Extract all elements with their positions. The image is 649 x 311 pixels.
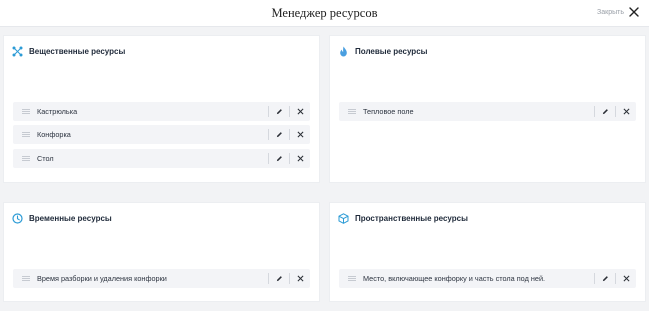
close-button[interactable]: Закрыть <box>597 7 639 17</box>
edit-button[interactable] <box>595 102 615 121</box>
edit-button[interactable] <box>269 149 289 168</box>
edit-button[interactable] <box>269 125 289 144</box>
edit-button[interactable] <box>595 269 615 288</box>
drag-handle-icon[interactable] <box>22 276 30 281</box>
card-material-resources: Вещественные ресурсы Кастрюлька Конфорка… <box>4 36 319 182</box>
pencil-icon <box>602 109 608 115</box>
edit-button[interactable] <box>269 269 289 288</box>
pencil-icon <box>276 132 282 138</box>
drag-handle-icon[interactable] <box>348 276 356 281</box>
drag-handle-icon[interactable] <box>348 109 356 114</box>
close-label: Закрыть <box>597 8 624 16</box>
header: Менеджер ресурсов Закрыть <box>0 0 649 27</box>
drag-handle-icon[interactable] <box>22 132 30 137</box>
delete-icon <box>623 275 629 282</box>
list-item[interactable]: Место, включающее конфорку и часть стола… <box>339 269 636 288</box>
list-item-label: Место, включающее конфорку и часть стола… <box>363 274 546 283</box>
page-title: Менеджер ресурсов <box>271 6 378 20</box>
card-title: Временные ресурсы <box>29 214 112 223</box>
delete-icon <box>623 108 629 115</box>
list-item[interactable]: Тепловое поле <box>339 102 636 121</box>
card-spatial-resources: Пространственные ресурсы Место, включающ… <box>330 203 645 301</box>
flame-icon <box>340 46 347 57</box>
card-field-resources: Полевые ресурсы Тепловое поле <box>330 36 645 182</box>
pencil-icon <box>602 276 608 282</box>
edit-button[interactable] <box>269 102 289 121</box>
list-item[interactable]: Кастрюлька <box>13 102 310 121</box>
delete-icon <box>297 275 303 282</box>
card-title: Полевые ресурсы <box>355 47 428 56</box>
delete-button[interactable] <box>290 125 310 144</box>
cube-icon <box>338 213 349 224</box>
card-temporal-resources: Временные ресурсы Время разборки и удале… <box>4 203 319 301</box>
pencil-icon <box>276 156 282 162</box>
delete-icon <box>297 131 303 138</box>
drag-handle-icon[interactable] <box>22 156 30 161</box>
list-item-label: Кастрюлька <box>37 107 78 116</box>
molecule-icon <box>12 46 23 57</box>
close-icon[interactable] <box>629 7 639 17</box>
card-title: Пространственные ресурсы <box>355 214 468 223</box>
delete-icon <box>297 108 303 115</box>
list-item[interactable]: Время разборки и удаления конфорки <box>13 269 310 288</box>
list-item-label: Тепловое поле <box>363 107 414 116</box>
clock-icon <box>12 213 23 224</box>
delete-button[interactable] <box>616 102 636 121</box>
list-item-label: Стол <box>37 154 54 163</box>
delete-button[interactable] <box>616 269 636 288</box>
delete-button[interactable] <box>290 269 310 288</box>
pencil-icon <box>276 276 282 282</box>
pencil-icon <box>276 109 282 115</box>
list-item-label: Время разборки и удаления конфорки <box>37 274 167 283</box>
list-item-label: Конфорка <box>37 130 71 139</box>
delete-icon <box>297 155 303 162</box>
list-item[interactable]: Конфорка <box>13 125 310 144</box>
delete-button[interactable] <box>290 149 310 168</box>
card-title: Вещественные ресурсы <box>29 47 126 56</box>
list-item[interactable]: Стол <box>13 149 310 168</box>
drag-handle-icon[interactable] <box>22 109 30 114</box>
delete-button[interactable] <box>290 102 310 121</box>
